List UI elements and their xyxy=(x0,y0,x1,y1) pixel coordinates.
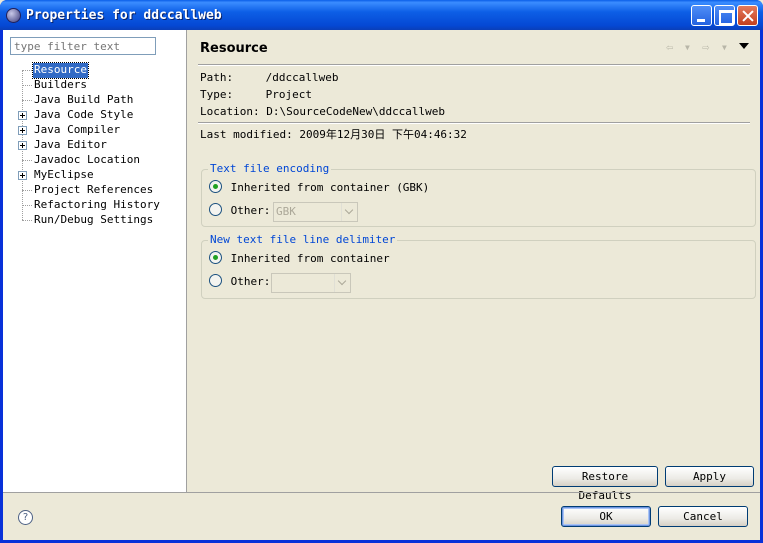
back-dropdown-icon[interactable]: ▼ xyxy=(685,43,690,52)
chevron-down-icon[interactable] xyxy=(341,203,357,221)
tree-item-label[interactable]: Resource xyxy=(32,62,89,79)
tree-item-refactoring-history[interactable]: Refactoring History xyxy=(3,198,187,213)
dialog-client-area: Resource Builders Java Build Path Java C… xyxy=(3,30,760,540)
delimiter-inherited-option[interactable]: Inherited from container xyxy=(209,251,390,267)
filter-input[interactable] xyxy=(10,37,156,55)
tree-item-label[interactable]: Java Code Style xyxy=(33,108,134,123)
property-page-content: Resource ⇦ ▼ ⇨ ▼ Path: /ddccallweb Type:… xyxy=(188,30,760,502)
restore-defaults-button[interactable]: Restore Defaults xyxy=(552,466,658,502)
encoding-other-option[interactable]: Other: xyxy=(209,203,270,219)
tree-item-java-build-path[interactable]: Java Build Path xyxy=(3,93,187,108)
expand-plus-icon[interactable] xyxy=(18,111,27,120)
radio-label: Inherited from container xyxy=(230,252,390,265)
tree-item-myeclipse[interactable]: MyEclipse xyxy=(3,168,187,183)
tree-item-project-references[interactable]: Project References xyxy=(3,183,187,198)
tree-connector xyxy=(22,160,32,161)
location-label: Location: xyxy=(200,105,260,118)
tree-item-java-compiler[interactable]: Java Compiler xyxy=(3,123,187,138)
tree-item-label[interactable]: Java Compiler xyxy=(33,123,121,138)
tree-item-java-editor[interactable]: Java Editor xyxy=(3,138,187,153)
forward-dropdown-icon[interactable]: ▼ xyxy=(722,43,727,52)
tree-item-label[interactable]: Javadoc Location xyxy=(33,153,141,168)
path-row: Path: /ddccallweb xyxy=(200,70,338,85)
apply-button[interactable]: Apply xyxy=(665,466,754,487)
info-separator xyxy=(198,122,750,124)
eclipse-app-icon xyxy=(6,8,21,23)
radio-label: Other: xyxy=(230,275,271,288)
help-icon[interactable]: ? xyxy=(18,510,33,525)
location-value: D:\SourceCodeNew\ddccallweb xyxy=(266,105,446,118)
page-title: Resource xyxy=(200,41,268,56)
last-modified-row: Last modified: 2009年12月30日 下午04:46:32 xyxy=(200,127,467,142)
window-title: Properties for ddccallweb xyxy=(26,8,222,23)
tree-item-label[interactable]: Java Build Path xyxy=(33,93,134,108)
tree-item-label[interactable]: Project References xyxy=(33,183,154,198)
radio-button[interactable] xyxy=(209,274,222,287)
encoding-combo[interactable]: GBK xyxy=(273,202,358,222)
tree-item-java-code-style[interactable]: Java Code Style xyxy=(3,108,187,123)
maximize-button[interactable] xyxy=(714,5,735,26)
tree-item-label[interactable]: MyEclipse xyxy=(33,168,95,183)
path-value: /ddccallweb xyxy=(265,71,339,84)
tree-connector xyxy=(22,205,32,206)
type-row: Type: Project xyxy=(200,87,312,102)
radio-button-checked[interactable] xyxy=(209,180,222,193)
radio-label: Other: xyxy=(230,204,271,217)
tree-connector xyxy=(22,70,32,71)
delimiter-combo[interactable] xyxy=(271,273,351,293)
delimiter-other-option[interactable]: Other: xyxy=(209,274,270,290)
view-menu-icon[interactable] xyxy=(739,43,749,49)
text-file-encoding-group: Text file encoding Inherited from contai… xyxy=(201,162,756,227)
tree-connector xyxy=(22,220,32,221)
page-header: Resource ⇦ ▼ ⇨ ▼ xyxy=(188,30,760,62)
line-delimiter-group: New text file line delimiter Inherited f… xyxy=(201,233,756,299)
path-label: Path: xyxy=(200,71,234,84)
close-button[interactable] xyxy=(737,5,758,26)
navigation-pane: Resource Builders Java Build Path Java C… xyxy=(3,30,187,492)
radio-button[interactable] xyxy=(209,203,222,216)
radio-label: Inherited from container (GBK) xyxy=(230,181,430,194)
tree-item-builders[interactable]: Builders xyxy=(3,78,187,93)
last-modified-value: 2009年12月30日 下午04:46:32 xyxy=(299,128,467,141)
group-title: Text file encoding xyxy=(208,162,332,175)
tree-item-resource[interactable]: Resource xyxy=(3,62,187,79)
last-modified-label: Last modified: xyxy=(200,128,293,141)
tree-connector xyxy=(22,85,32,86)
type-label: Type: xyxy=(200,88,234,101)
tree-item-label[interactable]: Run/Debug Settings xyxy=(33,213,154,228)
button-bar-separator xyxy=(3,492,760,493)
minimize-button[interactable] xyxy=(691,5,712,26)
expand-plus-icon[interactable] xyxy=(18,171,27,180)
title-bar[interactable]: Properties for ddccallweb xyxy=(0,0,763,30)
tree-connector xyxy=(22,100,32,101)
tree-item-label[interactable]: Builders xyxy=(33,78,88,93)
tree-item-label[interactable]: Java Editor xyxy=(33,138,108,153)
chevron-down-icon[interactable] xyxy=(334,274,350,292)
encoding-inherited-option[interactable]: Inherited from container (GBK) xyxy=(209,180,429,196)
cancel-button[interactable]: Cancel xyxy=(658,506,748,527)
tree-item-label[interactable]: Refactoring History xyxy=(33,198,161,213)
expand-plus-icon[interactable] xyxy=(18,141,27,150)
type-value: Project xyxy=(265,88,312,101)
header-separator xyxy=(198,64,750,66)
ok-button[interactable]: OK xyxy=(561,506,651,527)
radio-button-checked[interactable] xyxy=(209,251,222,264)
group-title: New text file line delimiter xyxy=(208,233,398,246)
tree-item-run-debug-settings[interactable]: Run/Debug Settings xyxy=(3,213,187,228)
forward-arrow-icon[interactable]: ⇨ xyxy=(702,40,709,54)
location-row: Location: D:\SourceCodeNew\ddccallweb xyxy=(200,104,445,119)
tree-item-javadoc-location[interactable]: Javadoc Location xyxy=(3,153,187,168)
tree-connector xyxy=(22,190,32,191)
combo-value: GBK xyxy=(276,205,296,218)
back-arrow-icon[interactable]: ⇦ xyxy=(666,40,673,54)
expand-plus-icon[interactable] xyxy=(18,126,27,135)
